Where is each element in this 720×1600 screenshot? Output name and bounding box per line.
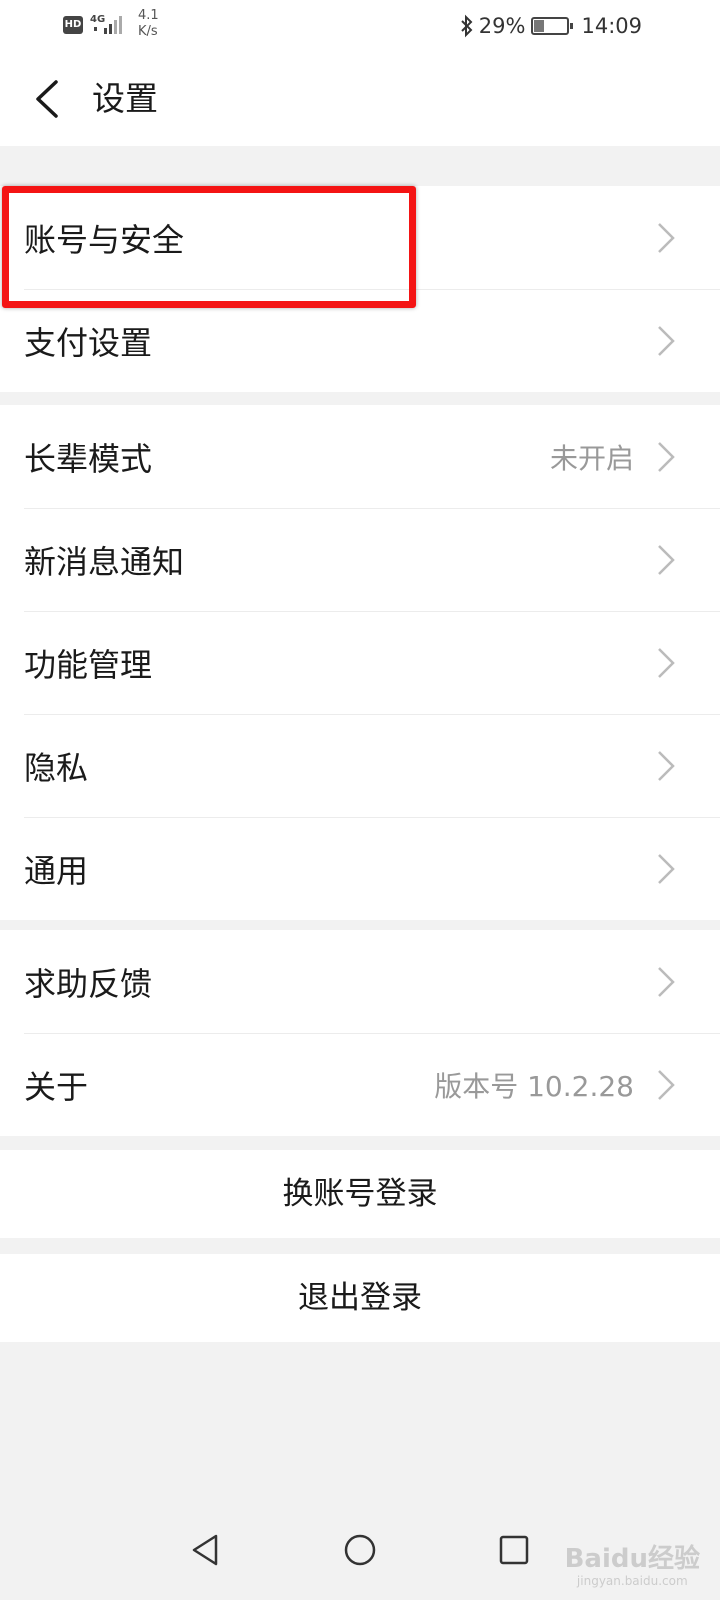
app-header: 设置 [0, 52, 720, 146]
chevron-right-icon [658, 853, 675, 884]
settings-item-label: 新消息通知 [24, 542, 185, 581]
baidu-watermark: Baidu经验 jingyan.baidu.com [565, 1544, 700, 1588]
status-time: 14:09 [581, 14, 642, 38]
chevron-right-icon [658, 222, 675, 253]
settings-item-label: 支付设置 [24, 323, 153, 362]
settings-item-label: 通用 [24, 851, 89, 890]
settings-item-label: 隐私 [24, 748, 89, 787]
settings-item-elder-mode[interactable]: 长辈模式 未开启 [0, 405, 720, 508]
settings-item-label: 求助反馈 [24, 964, 153, 1003]
battery-percent: 29% [478, 14, 526, 38]
settings-group-general: 长辈模式 未开启 新消息通知 功能管理 隐私 通用 [0, 405, 720, 920]
triangle-back-icon[interactable] [186, 1530, 226, 1570]
chevron-right-icon [658, 647, 675, 678]
square-recent-icon[interactable] [494, 1530, 534, 1570]
hd-badge: HD [63, 16, 83, 34]
network-type: 4G [90, 14, 105, 25]
signal-icon: 4G [90, 14, 122, 34]
settings-item-value: 版本号 10.2.28 [434, 1069, 634, 1103]
chevron-left-icon[interactable] [26, 74, 70, 124]
logout-button[interactable]: 退出登录 [0, 1254, 720, 1342]
settings-item-about[interactable]: 关于 版本号 10.2.28 [0, 1033, 720, 1136]
settings-item-payment[interactable]: 支付设置 [0, 289, 720, 392]
chevron-right-icon [658, 441, 675, 472]
watermark-logo: Baidu经验 [564, 1544, 700, 1574]
chevron-right-icon [658, 750, 675, 781]
chevron-right-icon [658, 966, 675, 997]
settings-item-label: 长辈模式 [24, 439, 153, 478]
chevron-right-icon [658, 1069, 675, 1100]
settings-item-feature-management[interactable]: 功能管理 [0, 611, 720, 714]
settings-item-label: 账号与安全 [24, 220, 185, 259]
chevron-right-icon [658, 325, 675, 356]
status-right: 29% 14:09 [459, 11, 642, 41]
switch-account-button[interactable]: 换账号登录 [0, 1150, 720, 1238]
circle-home-icon[interactable] [340, 1530, 380, 1570]
watermark-url: jingyan.baidu.com [576, 1574, 688, 1588]
settings-group-help: 求助反馈 关于 版本号 10.2.28 [0, 930, 720, 1136]
system-nav-bar: Baidu经验 jingyan.baidu.com [0, 1500, 720, 1600]
status-bar: HD 4G 4.1 K/s 29% 14:09 [0, 0, 720, 52]
page-title: 设置 [92, 79, 158, 118]
chevron-right-icon [658, 544, 675, 575]
settings-item-label: 功能管理 [24, 645, 153, 684]
bluetooth-icon [461, 14, 473, 38]
settings-item-general[interactable]: 通用 [0, 817, 720, 920]
network-speed: 4.1 K/s [138, 8, 159, 39]
settings-group-account: 账号与安全 支付设置 [0, 186, 720, 392]
settings-item-account-security[interactable]: 账号与安全 [0, 186, 720, 289]
settings-item-value: 未开启 [549, 441, 634, 475]
battery-level [534, 20, 545, 32]
settings-item-privacy[interactable]: 隐私 [0, 714, 720, 817]
settings-item-help-feedback[interactable]: 求助反馈 [0, 930, 720, 1033]
battery-charging-icon [531, 17, 574, 35]
settings-item-notifications[interactable]: 新消息通知 [0, 508, 720, 611]
settings-item-label: 关于 [24, 1067, 89, 1106]
